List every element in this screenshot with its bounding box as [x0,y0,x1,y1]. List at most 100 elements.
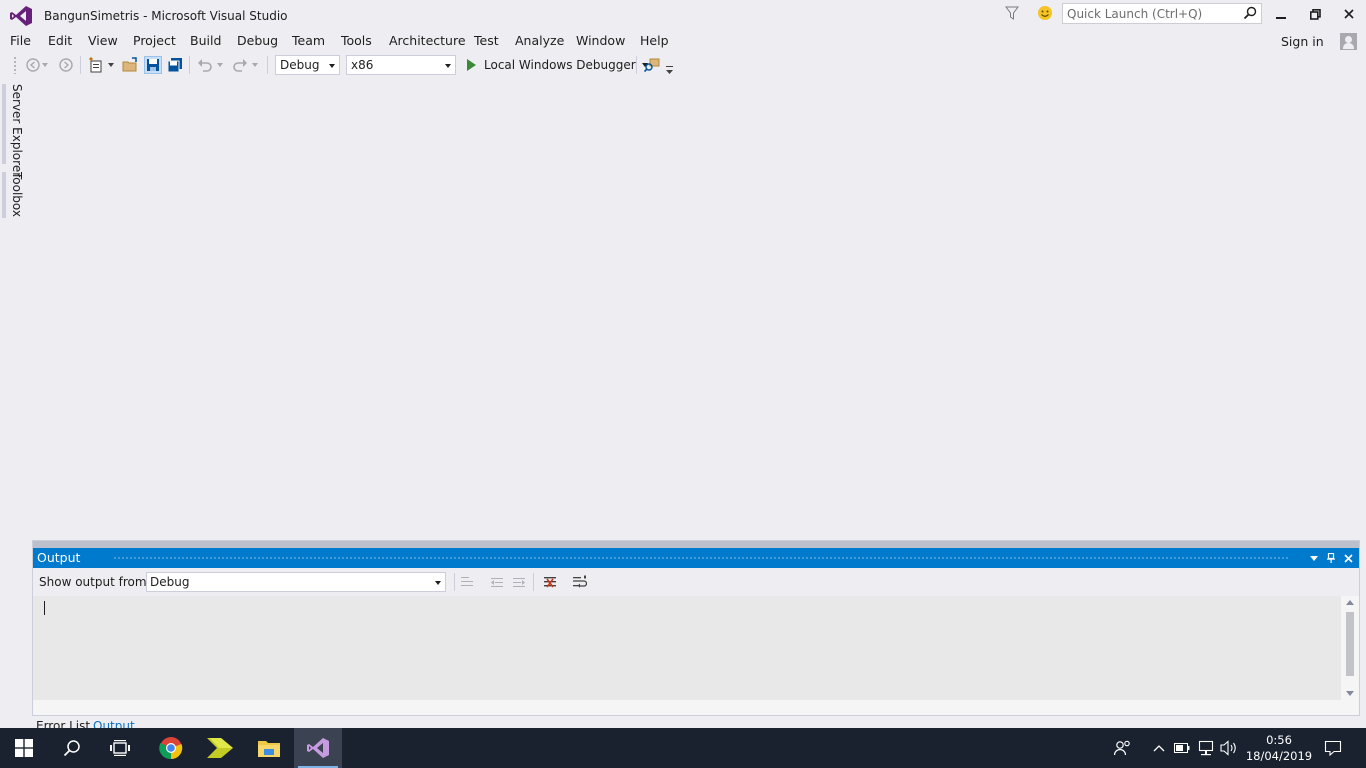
task-view-button[interactable] [96,728,144,768]
navigate-forward-button[interactable] [57,56,75,74]
account-icon[interactable] [1340,33,1357,50]
people-button[interactable] [1113,738,1133,758]
sign-in-link[interactable]: Sign in [1281,34,1324,49]
go-to-next-message-button[interactable] [511,574,527,590]
output-text-area[interactable] [33,596,1341,700]
show-output-from-label: Show output from: [39,575,151,589]
menu-window[interactable]: Window [576,33,625,48]
solution-configuration-value: Debug [280,58,320,72]
menu-test[interactable]: Test [474,33,499,48]
feedback-filter-icon[interactable] [1005,5,1019,21]
go-to-previous-message-button[interactable] [489,574,505,590]
close-window-button[interactable] [1334,2,1364,26]
output-title: Output [37,550,81,565]
menu-edit[interactable]: Edit [48,33,72,48]
output-source-value: Debug [150,575,190,589]
tab-output[interactable]: Output [93,719,135,728]
undo-icon [198,59,212,72]
save-all-button[interactable] [166,56,184,74]
app-taskbar-button[interactable] [196,728,244,768]
start-debugging-button[interactable]: Local Windows Debugger [464,55,648,75]
find-in-files-icon [644,58,660,73]
menu-help[interactable]: Help [640,33,669,48]
toolbox-tab[interactable]: Toolbox [0,172,24,218]
bottom-tool-tabs: Error List Output [32,716,332,728]
previous-message-icon [491,578,503,587]
tab-error-list[interactable]: Error List [36,719,90,728]
clear-all-button[interactable] [542,574,558,590]
close-icon [1343,553,1353,563]
chrome-taskbar-button[interactable] [147,728,195,768]
menu-analyze[interactable]: Analyze [515,33,564,48]
new-project-button[interactable] [87,56,105,74]
output-source-select[interactable]: Debug [146,572,446,592]
toolbar-separator [533,573,534,591]
menu-team[interactable]: Team [292,33,325,48]
solution-platform-select[interactable]: x86 [346,55,456,75]
undo-button[interactable] [196,56,214,74]
battery-icon [1174,743,1190,753]
pane-border [33,541,1359,548]
scroll-up-arrow-icon[interactable] [1346,600,1354,605]
save-button[interactable] [144,56,162,74]
toolbar-separator [189,56,190,74]
chevron-down-icon [108,63,114,67]
restore-button[interactable] [1300,2,1330,26]
menu-debug[interactable]: Debug [237,33,278,48]
menu-view[interactable]: View [88,33,118,48]
menu-build[interactable]: Build [190,33,221,48]
send-feedback-smiley-icon[interactable] [1037,5,1053,21]
quick-launch-box[interactable] [1062,3,1262,24]
chevron-down-icon [252,63,258,67]
output-vertical-scrollbar[interactable] [1341,596,1359,700]
output-title-bar[interactable]: Output [33,548,1359,568]
solution-configuration-select[interactable]: Debug [275,55,340,75]
task-view-icon [110,740,130,756]
search-button[interactable] [48,728,96,768]
taskbar-clock[interactable]: 0:56 18/04/2019 [1244,732,1314,764]
server-explorer-label: Server Explorer [10,84,24,178]
tab-indicator [2,84,6,164]
find-in-files-button[interactable] [643,56,661,74]
title-bar: BangunSimetris - Microsoft Visual Studio [0,0,1366,30]
quick-launch-input[interactable] [1063,4,1241,23]
open-file-button[interactable] [121,56,139,74]
find-message-in-code-button[interactable] [459,574,475,590]
menu-architecture[interactable]: Architecture [389,33,466,48]
toggle-word-wrap-button[interactable] [571,574,587,590]
menu-tools[interactable]: Tools [341,33,372,48]
start-button[interactable] [0,728,48,768]
toolbox-label: Toolbox [10,172,24,217]
network-icon [1198,740,1214,756]
network-button[interactable] [1196,738,1216,758]
title-bar-grip [113,556,1289,560]
search-icon [63,740,80,757]
minimize-button[interactable] [1266,2,1296,26]
auto-hide-button[interactable] [1324,550,1338,566]
clock-date: 18/04/2019 [1245,749,1313,763]
new-project-dropdown[interactable] [106,56,116,74]
battery-button[interactable] [1172,738,1192,758]
toolbar-grip[interactable] [13,56,17,74]
visual-studio-taskbar-button[interactable] [294,728,342,768]
file-explorer-taskbar-button[interactable] [245,728,293,768]
pin-icon [1327,553,1335,563]
window-position-button[interactable] [1307,550,1321,566]
scroll-down-arrow-icon[interactable] [1346,691,1354,696]
navigate-back-dropdown[interactable] [40,56,50,74]
server-explorer-tab[interactable]: Server Explorer [0,84,24,177]
menu-project[interactable]: Project [133,33,176,48]
close-output-button[interactable] [1341,550,1355,566]
search-icon[interactable] [1243,6,1257,20]
toolbar-separator [454,573,455,591]
undo-dropdown[interactable] [215,56,225,74]
action-center-button[interactable] [1323,738,1343,758]
scrollbar-thumb[interactable] [1346,612,1354,676]
chevron-down-icon [217,63,223,67]
show-hidden-icons-button[interactable] [1149,738,1169,758]
redo-dropdown[interactable] [250,56,260,74]
menu-file[interactable]: File [10,33,31,48]
toolbar-options-dropdown[interactable] [664,61,674,79]
redo-button[interactable] [231,56,249,74]
volume-button[interactable] [1219,738,1239,758]
